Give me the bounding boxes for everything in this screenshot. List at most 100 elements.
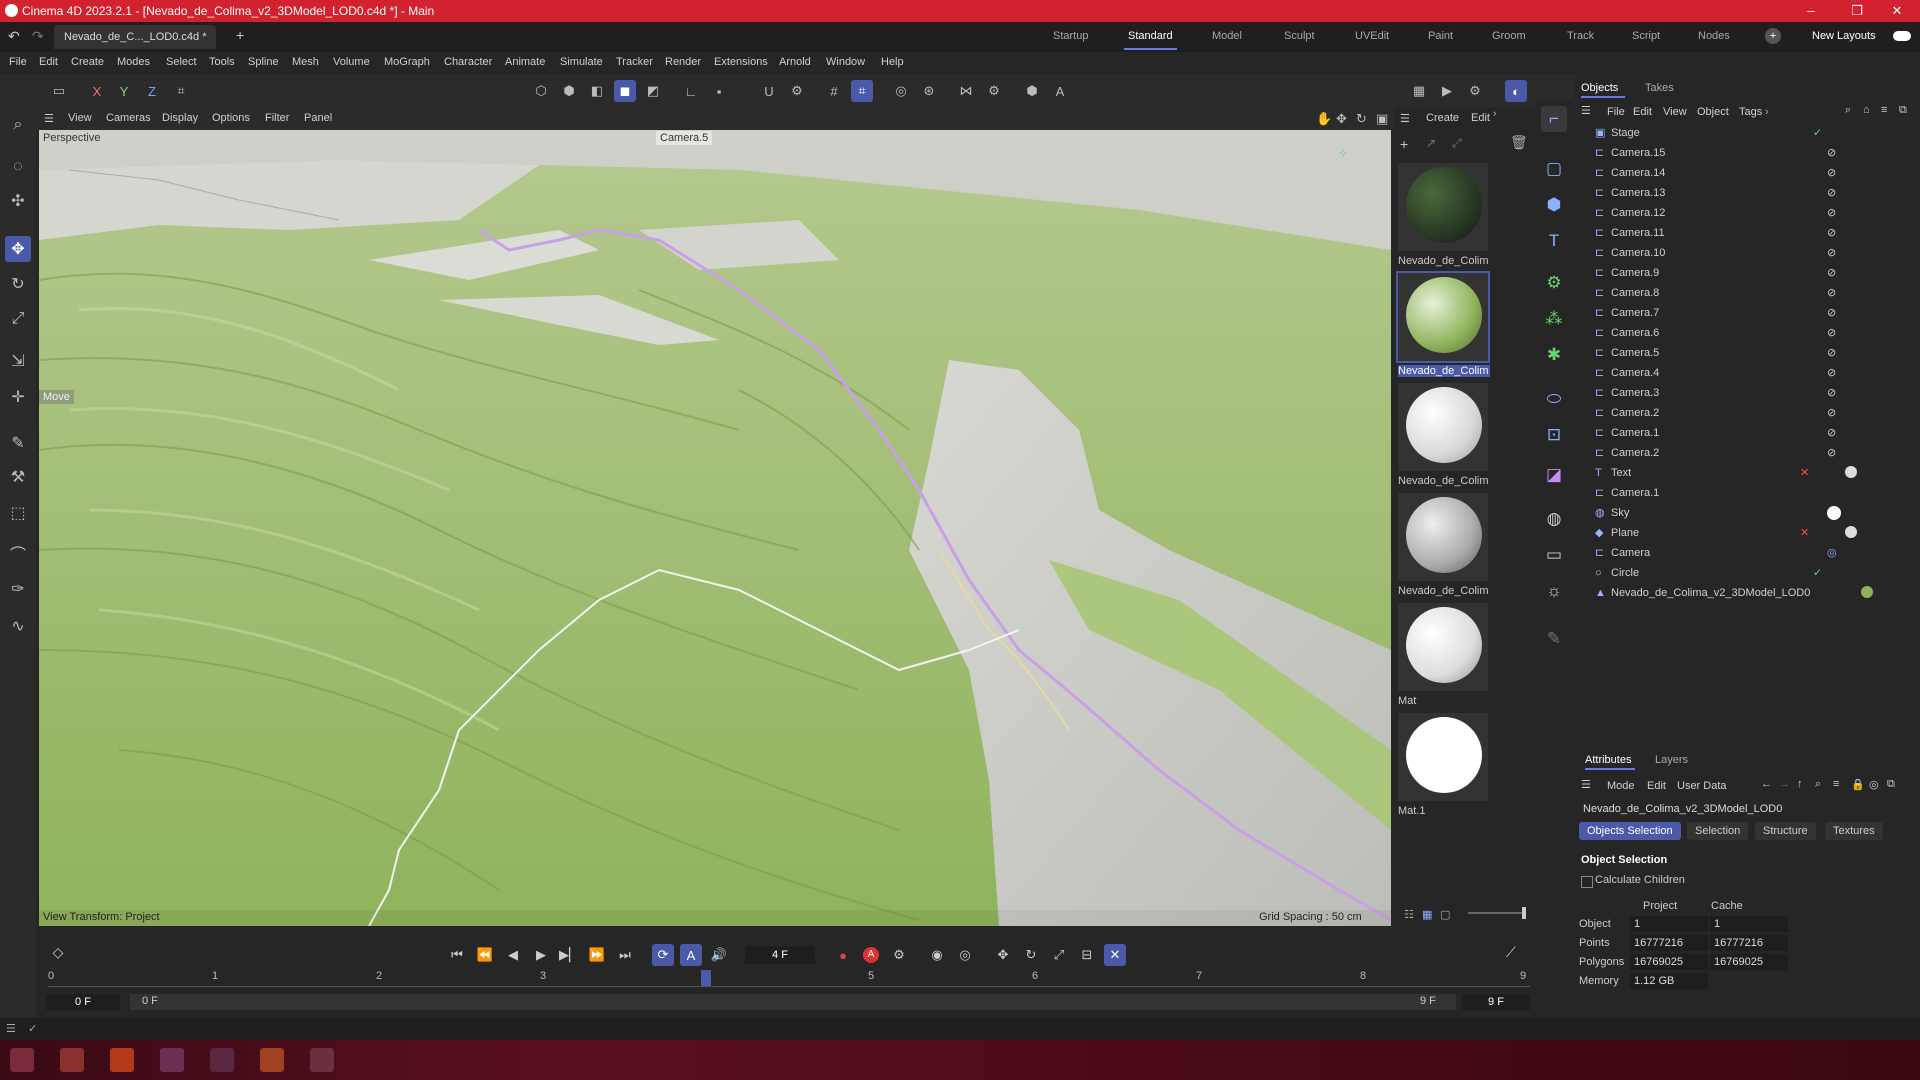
menu-window[interactable]: Window: [826, 56, 865, 68]
protection-tag-icon[interactable]: ⊘: [1827, 386, 1836, 399]
list-item[interactable]: ◍ Sky: [1575, 504, 1920, 524]
attributes-menu-mode[interactable]: Mode: [1607, 780, 1635, 792]
menu-edit[interactable]: Edit: [39, 56, 58, 68]
viewport-menu-panel[interactable]: Panel: [304, 112, 332, 124]
menu-tools[interactable]: Tools: [209, 56, 235, 68]
key-point-icon[interactable]: ⊟: [1076, 944, 1098, 966]
key-position-icon[interactable]: ◉: [926, 944, 948, 966]
material-tag-icon[interactable]: [1845, 466, 1857, 478]
list-item[interactable]: ⊏ Camera.10 ⊘: [1575, 244, 1920, 264]
spline-pen-icon[interactable]: ✎: [5, 430, 31, 456]
cube-icon[interactable]: ⬢: [1541, 192, 1567, 218]
objects-menu-more-icon[interactable]: ›: [1765, 106, 1769, 118]
tab-objects-selection[interactable]: Objects Selection: [1579, 822, 1681, 840]
add-document-button[interactable]: +: [236, 27, 244, 43]
autokey-icon[interactable]: A: [860, 944, 882, 966]
edit-disabled-icon[interactable]: ✎: [1541, 626, 1567, 652]
list-item[interactable]: ⊏ Camera.12 ⊘: [1575, 204, 1920, 224]
selection-tools-icon[interactable]: ✣: [5, 188, 31, 214]
target-tag-icon[interactable]: ◎: [1827, 546, 1837, 559]
protection-tag-icon[interactable]: ⊘: [1827, 446, 1836, 459]
protection-tag-icon[interactable]: ⊘: [1827, 306, 1836, 319]
attributes-new-window-icon[interactable]: ⧉: [1887, 778, 1895, 791]
viewport-name-label[interactable]: Perspective: [43, 132, 100, 144]
forward-arrow-icon[interactable]: →: [1779, 778, 1790, 790]
layout-model[interactable]: Model: [1212, 30, 1242, 42]
link-material-icon[interactable]: ↗: [1426, 136, 1436, 150]
large-view-icon[interactable]: ▢: [1440, 908, 1450, 921]
viewport-menu-filter[interactable]: Filter: [265, 112, 289, 124]
polygons-mode-icon[interactable]: ◧: [586, 80, 608, 102]
rotate-tool-icon[interactable]: ↻: [5, 271, 31, 297]
play-button[interactable]: ▶: [530, 944, 552, 966]
menu-select[interactable]: Select: [166, 56, 197, 68]
tab-structure[interactable]: Structure: [1755, 822, 1816, 840]
previous-key-icon[interactable]: ⏪: [474, 944, 496, 966]
add-material-icon[interactable]: +: [1400, 136, 1408, 152]
render-settings-icon[interactable]: ⚙: [1464, 80, 1486, 102]
menu-modes[interactable]: Modes: [117, 56, 150, 68]
list-view-icon[interactable]: ☷: [1404, 908, 1414, 921]
uv-mode-icon[interactable]: ◩: [642, 80, 664, 102]
menu-animate[interactable]: Animate: [505, 56, 545, 68]
material-swatch-2[interactable]: [1396, 271, 1490, 363]
taskbar-app-icon[interactable]: [60, 1048, 84, 1072]
key-rotation-icon[interactable]: ◎: [954, 944, 976, 966]
menu-arnold[interactable]: Arnold: [779, 56, 811, 68]
list-item[interactable]: T Text ✕: [1575, 464, 1920, 484]
magnet-icon[interactable]: U: [758, 80, 780, 102]
material-tag-icon[interactable]: [1845, 526, 1857, 538]
objects-menu-edit[interactable]: Edit: [1633, 106, 1652, 118]
menu-mesh[interactable]: Mesh: [292, 56, 319, 68]
material-swatch-4[interactable]: [1398, 493, 1488, 581]
x-axis-lock-button[interactable]: X: [86, 80, 108, 102]
text-spline-icon[interactable]: T: [1541, 228, 1567, 254]
material-hamburger-icon[interactable]: ☰: [1400, 112, 1410, 125]
viewport-hamburger-icon[interactable]: ☰: [44, 112, 54, 125]
protection-tag-icon[interactable]: ⊘: [1827, 366, 1836, 379]
disabled-x-icon[interactable]: ✕: [1800, 526, 1809, 539]
keyframe-settings-icon[interactable]: ⚙: [888, 944, 910, 966]
taskbar-app-icon[interactable]: [210, 1048, 234, 1072]
document-tab[interactable]: Nevado_de_C..._LOD0.c4d *: [54, 25, 217, 49]
disabled-x-icon[interactable]: ✕: [1800, 466, 1809, 479]
attributes-tab[interactable]: Attributes: [1585, 754, 1631, 766]
y-axis-lock-button[interactable]: Y: [113, 80, 135, 102]
up-arrow-icon[interactable]: ↑: [1797, 778, 1803, 790]
viewport-solo-icon[interactable]: ⬢: [1021, 80, 1043, 102]
workplane-gear-icon[interactable]: ⚙: [983, 80, 1005, 102]
null-object-icon[interactable]: ⌐: [1541, 106, 1567, 132]
tab-selection[interactable]: Selection: [1687, 822, 1749, 840]
paint-tool-icon[interactable]: ✑: [5, 576, 31, 602]
timeline-graph-icon[interactable]: ⟋: [1506, 944, 1528, 966]
effector-icon[interactable]: ✱: [1541, 342, 1567, 368]
list-item[interactable]: ⊏ Camera.15 ⊘: [1575, 144, 1920, 164]
list-item[interactable]: ⊏ Camera.8 ⊘: [1575, 284, 1920, 304]
sound-icon[interactable]: 🔊: [708, 944, 730, 966]
key-pla-icon[interactable]: ⤢: [1048, 944, 1070, 966]
list-item[interactable]: ⊏ Camera.9 ⊘: [1575, 264, 1920, 284]
objects-filter-icon[interactable]: ≡: [1881, 104, 1887, 116]
viewport-menu-options[interactable]: Options: [212, 112, 250, 124]
symmetry-icon[interactable]: ⊛: [918, 80, 940, 102]
playhead[interactable]: [701, 970, 711, 986]
list-item[interactable]: ⊏ Camera.5 ⊘: [1575, 344, 1920, 364]
redo-icon[interactable]: ↷: [32, 28, 44, 45]
search-icon[interactable]: ⌕: [5, 112, 31, 138]
menu-file[interactable]: File: [9, 56, 27, 68]
menu-volume[interactable]: Volume: [333, 56, 370, 68]
menu-simulate[interactable]: Simulate: [560, 56, 603, 68]
material-menu-edit[interactable]: Edit: [1471, 112, 1490, 124]
grid-snap-icon[interactable]: #: [823, 80, 845, 102]
material-swatch-5[interactable]: [1398, 603, 1488, 691]
record-icon[interactable]: ●: [832, 944, 854, 966]
taskbar-app-icon[interactable]: [10, 1048, 34, 1072]
menu-spline[interactable]: Spline: [248, 56, 279, 68]
cube-primitive-icon[interactable]: ▢: [1541, 156, 1567, 182]
scale-tool-icon[interactable]: ⤢: [5, 306, 31, 332]
taskbar-app-icon[interactable]: [310, 1048, 334, 1072]
brush-tool-icon[interactable]: ⌒: [5, 540, 31, 566]
undo-icon[interactable]: ↶: [8, 28, 20, 45]
menu-extensions[interactable]: Extensions: [714, 56, 768, 68]
protection-tag-icon[interactable]: ⊘: [1827, 246, 1836, 259]
